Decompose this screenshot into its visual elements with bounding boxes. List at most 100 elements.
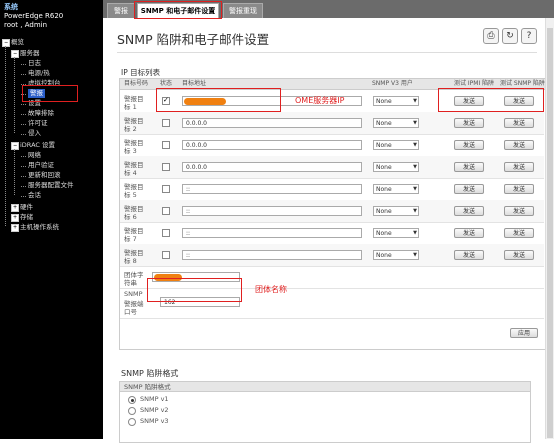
enable-checkbox[interactable] [162,163,170,171]
sidebar-item-logs[interactable]: 日志 [28,59,41,68]
server-model: PowerEdge R620 [4,12,64,20]
header-snmp-user: SNMP V3 用户 [372,80,413,87]
sidebar-item-storage[interactable]: 存储 [20,213,33,222]
snmp-user-value: None [376,230,392,237]
sidebar-item-server-profile[interactable]: 服务器配置文件 [28,181,74,190]
address-highlight-box [156,88,281,112]
destination-address-input[interactable]: :: [182,228,362,238]
community-name-annotation: 团体名称 [255,285,287,294]
destination-address-input[interactable]: 0.0.0.0 [182,140,362,150]
test-snmp-send-button[interactable]: 发送 [504,206,534,216]
collapse-icon[interactable]: − [2,39,10,47]
sidebar-item-power-thermal[interactable]: 电源/热 [28,69,50,78]
sidebar-item-troubleshooting[interactable]: 故障排除 [28,109,54,118]
expand-icon[interactable]: + [11,204,19,212]
table-row: 警报目标 6:: None ▼ 发送 发送 [120,200,544,223]
collapse-icon[interactable]: − [11,50,19,58]
table-row: 警报目标 7:: None ▼ 发送 发送 [120,222,544,245]
collapse-icon[interactable]: − [11,142,19,150]
test-snmp-send-button[interactable]: 发送 [504,184,534,194]
snmp-format-radio[interactable] [128,418,136,426]
row-label: 标 7 [124,235,137,243]
destination-address-input[interactable]: :: [182,250,362,260]
sidebar-item-sessions[interactable]: 会话 [28,191,41,200]
enable-checkbox[interactable] [162,251,170,259]
enable-checkbox[interactable] [162,119,170,127]
sidebar-item-server[interactable]: 服务器 [20,49,40,58]
tab-highlight-box [134,1,222,19]
table-row: 警报目标 2 0.0.0.0 None ▼ 发送 发送 [120,112,544,135]
snmp-format-box: SNMP 陷阱格式 SNMP v1 SNMP v2 SNMP v3 [119,381,531,443]
snmp-format-option-label: SNMP v3 [140,417,169,425]
snmp-format-option-label: SNMP v2 [140,406,169,414]
sidebar-item-intrusion[interactable]: 侵入 [28,129,41,138]
destination-address-input[interactable]: :: [182,206,362,216]
tab-alert-recurrence[interactable]: 警报重现 [223,3,263,18]
test-snmp-send-button[interactable]: 发送 [504,162,534,172]
chevron-down-icon: ▼ [413,230,417,236]
test-ipmi-send-button[interactable]: 发送 [454,250,484,260]
chevron-down-icon: ▼ [413,208,417,214]
snmp-user-value: None [376,98,392,105]
help-icon[interactable]: ? [521,28,537,44]
expand-icon[interactable]: + [11,214,19,222]
table-row: 警报目标 5:: None ▼ 发送 发送 [120,178,544,201]
test-ipmi-send-button[interactable]: 发送 [454,140,484,150]
snmp-user-select[interactable]: None ▼ [373,184,419,194]
snmp-user-select[interactable]: None ▼ [373,228,419,238]
snmp-format-section-title: SNMP 陷阱格式 [121,369,179,378]
tree-connector [21,114,26,115]
test-ipmi-send-button[interactable]: 发送 [454,184,484,194]
snmp-user-select[interactable]: None ▼ [373,96,419,106]
vertical-scrollbar[interactable] [545,18,554,439]
test-snmp-send-button[interactable]: 发送 [504,140,534,150]
tree-connector [14,149,15,195]
refresh-icon[interactable]: ↻ [502,28,518,44]
destination-address-input[interactable]: 0.0.0.0 [182,162,362,172]
test-ipmi-send-button[interactable]: 发送 [454,162,484,172]
destination-address-input[interactable]: 0.0.0.0 [182,118,362,128]
destination-address-input[interactable]: :: [182,184,362,194]
snmp-format-radio[interactable] [128,407,136,415]
test-ipmi-send-button[interactable]: 发送 [454,118,484,128]
snmp-user-select[interactable]: None ▼ [373,140,419,150]
test-snmp-send-button[interactable]: 发送 [504,118,534,128]
sidebar-item-licenses[interactable]: 许可证 [28,119,48,128]
snmp-user-select[interactable]: None ▼ [373,206,419,216]
test-snmp-send-button[interactable]: 发送 [504,250,534,260]
snmp-user-select[interactable]: None ▼ [373,162,419,172]
test-ipmi-send-button[interactable]: 发送 [454,206,484,216]
enable-checkbox[interactable] [162,229,170,237]
table-row: 警报目标 3 0.0.0.0 None ▼ 发送 发送 [120,134,544,157]
scrollbar-thumb[interactable] [547,28,553,438]
row-label: 标 6 [124,213,137,221]
tree-connector [21,176,26,177]
community-highlight-box [147,278,242,302]
snmp-user-select[interactable]: None ▼ [373,118,419,128]
expand-icon[interactable]: + [11,224,19,232]
row-label: 标 2 [124,125,137,133]
enable-checkbox[interactable] [162,207,170,215]
snmp-user-value: None [376,186,392,193]
apply-button[interactable]: 应用 [510,328,538,338]
print-icon[interactable]: ⎙ [483,28,499,44]
chevron-down-icon: ▼ [413,120,417,126]
snmp-user-select[interactable]: None ▼ [373,250,419,260]
tree-connector [21,64,26,65]
tab-alerts[interactable]: 警报 [107,3,135,18]
sidebar-item-overview[interactable]: 概览 [11,38,24,47]
tree-connector [21,134,26,135]
logged-in-user: root , Admin [4,21,48,29]
sidebar-item-idrac-settings[interactable]: iDRAC 设置 [20,141,55,150]
enable-checkbox[interactable] [162,141,170,149]
sidebar-item-update-rollback[interactable]: 更新和回滚 [28,171,61,180]
sidebar-item-network[interactable]: 网络 [28,151,41,160]
tree-connector [21,124,26,125]
snmp-format-radio[interactable] [128,396,136,404]
sidebar-item-hardware[interactable]: 硬件 [20,203,33,212]
sidebar-item-host-os[interactable]: 主机操作系统 [20,223,59,232]
sidebar-item-user-authentication[interactable]: 用户验证 [28,161,54,170]
test-ipmi-send-button[interactable]: 发送 [454,228,484,238]
test-snmp-send-button[interactable]: 发送 [504,228,534,238]
enable-checkbox[interactable] [162,185,170,193]
